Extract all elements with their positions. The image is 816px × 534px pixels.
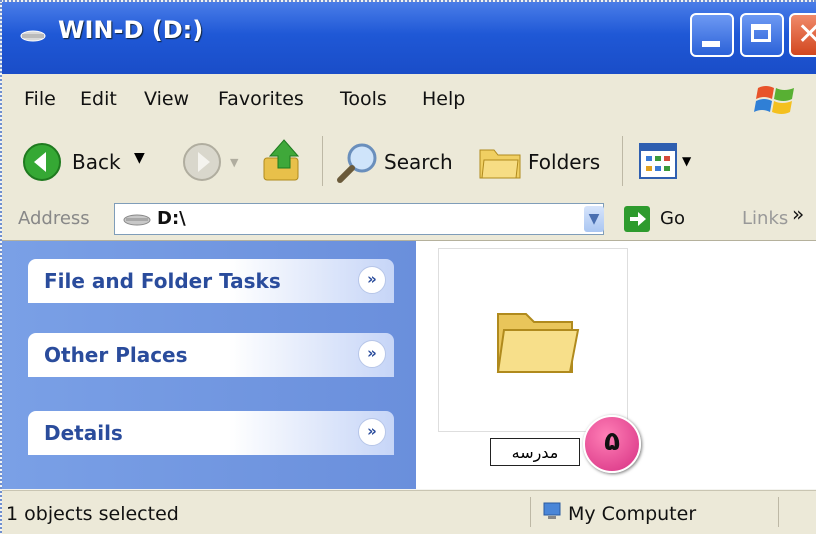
menu-favorites[interactable]: Favorites	[218, 88, 304, 110]
close-button[interactable]: ✕	[789, 13, 816, 57]
menu-bar: File Edit View Favorites Tools Help	[2, 74, 816, 127]
toolbar-separator	[322, 136, 323, 186]
drive-icon	[20, 30, 46, 42]
folder-name-label[interactable]: مدرسه	[490, 438, 580, 466]
views-button[interactable]: ▼	[632, 140, 702, 184]
folders-button[interactable]: Folders	[476, 136, 616, 188]
links-more-icon[interactable]: »	[792, 202, 804, 226]
status-bar: 1 objects selected My Computer	[2, 490, 816, 534]
go-arrow-icon[interactable]	[624, 206, 650, 232]
address-bar: Address D:\ ▼ Go Links »	[2, 198, 816, 241]
forward-arrow-icon[interactable]	[182, 142, 222, 182]
back-label: Back	[72, 150, 121, 174]
task-label: File and Folder Tasks	[44, 269, 281, 293]
task-file-folder[interactable]: File and Folder Tasks »	[28, 259, 394, 303]
expand-chevron-icon[interactable]: »	[358, 340, 386, 368]
menu-file[interactable]: File	[24, 88, 56, 110]
address-input[interactable]: D:\	[114, 203, 604, 235]
folders-icon	[479, 149, 521, 179]
back-button[interactable]: Back ▼	[16, 136, 166, 188]
drive-icon	[123, 214, 151, 226]
my-computer-icon	[543, 502, 561, 519]
task-details[interactable]: Details »	[28, 411, 394, 455]
address-label: Address	[18, 208, 90, 229]
menu-edit[interactable]: Edit	[80, 88, 117, 110]
close-icon: ✕	[797, 17, 816, 52]
windows-logo-icon	[754, 86, 794, 114]
step-callout-badge: ۵	[583, 415, 641, 473]
task-label: Other Places	[44, 343, 188, 367]
go-button[interactable]: Go	[660, 208, 685, 229]
search-icon	[337, 143, 377, 183]
expand-chevron-icon[interactable]: »	[358, 418, 386, 446]
menu-view[interactable]: View	[144, 88, 189, 110]
status-selection-text: 1 objects selected	[6, 503, 179, 525]
up-folder-icon[interactable]	[260, 138, 304, 184]
status-separator	[778, 497, 779, 527]
window-title: WIN-D (D:)	[58, 16, 204, 44]
forward-dropdown-icon[interactable]: ▼	[230, 156, 238, 169]
task-other-places[interactable]: Other Places »	[28, 333, 394, 377]
search-label: Search	[384, 150, 453, 174]
folders-label: Folders	[528, 150, 601, 174]
maximize-icon	[751, 24, 771, 42]
status-location-text: My Computer	[568, 503, 697, 525]
minimize-icon	[702, 41, 720, 47]
menu-tools[interactable]: Tools	[340, 88, 387, 110]
toolbar: Back ▼ ▼ Search Folders ▼	[2, 126, 816, 199]
views-icon	[639, 143, 677, 179]
address-dropdown-icon[interactable]: ▼	[584, 206, 604, 232]
search-button[interactable]: Search	[334, 136, 474, 188]
task-label: Details	[44, 421, 123, 445]
expand-chevron-icon[interactable]: »	[358, 266, 386, 294]
back-arrow-icon	[23, 143, 61, 181]
minimize-button[interactable]	[690, 13, 734, 57]
menu-help[interactable]: Help	[422, 88, 465, 110]
task-pane: File and Folder Tasks » Other Places » D…	[2, 241, 416, 489]
address-value: D:\	[157, 208, 186, 229]
toolbar-separator	[622, 136, 623, 186]
folder-icon[interactable]	[490, 300, 580, 380]
maximize-button[interactable]	[740, 13, 784, 57]
back-dropdown-icon[interactable]: ▼	[134, 150, 145, 166]
links-button[interactable]: Links	[742, 208, 788, 229]
status-separator	[530, 497, 531, 527]
title-bar[interactable]: WIN-D (D:) ✕	[2, 2, 816, 74]
views-dropdown-icon: ▼	[682, 154, 692, 168]
